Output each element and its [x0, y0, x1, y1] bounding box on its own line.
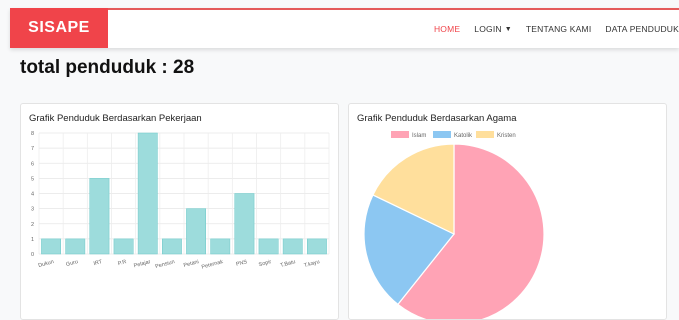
nav-tentang-kami[interactable]: TENTANG KAMI — [526, 24, 592, 34]
brand-logo[interactable]: SISAPE — [10, 8, 108, 48]
bar-irt[interactable] — [89, 178, 110, 255]
bar-dukun[interactable] — [41, 238, 61, 255]
bar-pns[interactable] — [234, 193, 255, 255]
bar-guru[interactable] — [65, 238, 86, 255]
bar-chart: 0 1 2 3 4 5 6 7 8 Dukun Guru IRT P.R Pelajar Pensiun Pe… — [31, 131, 330, 271]
legend-label-islam: Islam — [412, 133, 426, 139]
x-tick-label: Dukun — [38, 259, 55, 269]
legend-label-kristen: Kristen — [497, 133, 516, 139]
x-tick-label: Guru — [65, 259, 78, 268]
nav-data-penduduk[interactable]: DATA PENDUDUK — [605, 24, 679, 34]
legend-label-katolik: Katolik — [454, 133, 473, 139]
y-tick-label: 3 — [31, 207, 34, 213]
bar-peternak[interactable] — [210, 238, 231, 255]
bar-t-batu[interactable] — [282, 238, 303, 255]
bar-pensiun[interactable] — [162, 238, 182, 255]
x-tick-label: P.R — [117, 259, 127, 267]
chevron-down-icon: ▼ — [504, 25, 512, 33]
bar-pelajar[interactable] — [137, 132, 158, 255]
y-tick-label: 5 — [31, 176, 34, 182]
x-tick-label: Pelajar — [133, 259, 151, 269]
nav-login[interactable]: LOGIN ▼ — [474, 24, 512, 34]
chart-card-pekerjaan: Grafik Penduduk Berdasarkan Pekerjaan 01… — [20, 103, 339, 320]
pie-chart: Islam Katolik Kristen — [363, 131, 545, 319]
x-tick-label: Sopir — [258, 259, 272, 268]
legend-swatch-katolik[interactable] — [433, 131, 451, 138]
nav-links: HOME LOGIN ▼ TENTANG KAMI DATA PENDUDUK — [420, 10, 679, 48]
nav-tentang-label: TENTANG KAMI — [525, 24, 592, 34]
bar-p-r[interactable] — [113, 238, 134, 255]
y-tick-label: 4 — [31, 192, 34, 198]
x-tick-label: Pensiun — [155, 259, 176, 270]
nav-data-label: DATA PENDUDUK — [605, 24, 679, 34]
y-tick-label: 1 — [31, 237, 34, 243]
bar-sopir[interactable] — [258, 238, 279, 255]
nav-home-label: HOME — [433, 24, 461, 34]
x-tick-label: Petani — [183, 259, 200, 269]
bar-t-kayu[interactable] — [307, 238, 327, 255]
navbar: SISAPE HOME LOGIN ▼ TENTANG KAMI DATA PEN… — [10, 8, 679, 48]
total-penduduk-heading: total penduduk : 28 — [20, 57, 195, 78]
legend-swatch-kristen[interactable] — [476, 131, 494, 138]
x-tick-label: T.Batu — [280, 259, 297, 269]
legend-swatch-islam[interactable] — [391, 131, 409, 138]
nav-home[interactable]: HOME — [434, 24, 460, 34]
chart-card-agama: Grafik Penduduk Berdasarkan Agama Islam K… — [348, 103, 667, 320]
y-tick-label: 2 — [31, 222, 34, 228]
x-tick-label: PNS — [235, 259, 248, 268]
nav-login-label: LOGIN — [474, 24, 502, 34]
x-tick-label: T.kayu — [304, 259, 321, 269]
x-tick-label: IRT — [93, 259, 104, 267]
y-tick-label: 7 — [31, 146, 34, 152]
bar-petani[interactable] — [186, 208, 207, 255]
y-tick-label: 6 — [31, 161, 34, 167]
y-tick-label: 0 — [31, 252, 34, 258]
y-tick-label: 8 — [31, 131, 34, 137]
x-tick-label: Peternak — [201, 259, 224, 271]
